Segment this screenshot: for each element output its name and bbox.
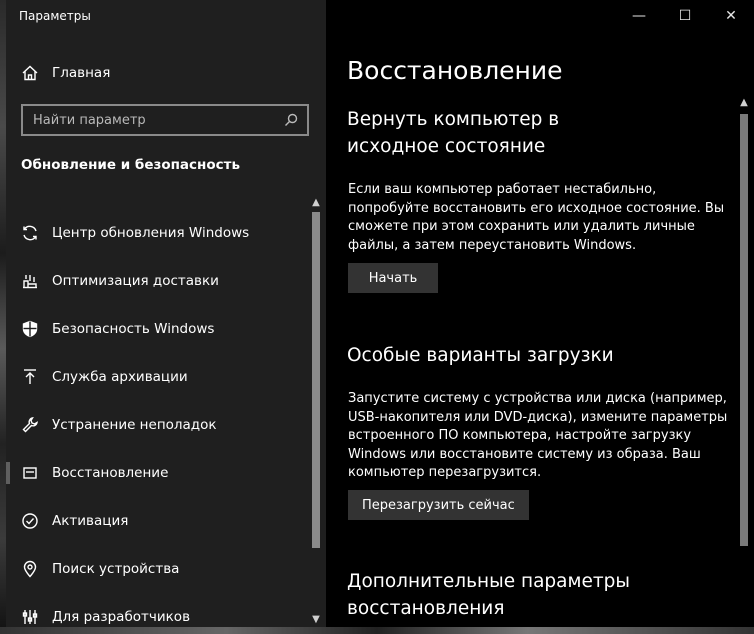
close-icon: ✕ [725,8,737,24]
developer-icon [20,607,40,627]
search-icon[interactable] [281,110,301,130]
reset-start-button[interactable]: Начать [348,263,438,293]
scrollbar-thumb[interactable] [312,212,320,548]
advanced-startup-heading: Особые варианты загрузки [347,345,614,366]
sidebar-item-label: Для разработчиков [52,609,191,625]
sidebar-item-label: Безопасность Windows [52,321,215,337]
sidebar-item-windows-security[interactable]: Безопасность Windows [6,305,306,353]
sidebar-item-troubleshoot[interactable]: Устранение неполадок [6,401,306,449]
sidebar-item-recovery[interactable]: Восстановление [6,449,306,497]
wrench-icon [20,415,40,435]
sidebar-item-label: Восстановление [52,465,169,481]
search-box[interactable] [21,104,309,136]
check-circle-icon [20,511,40,531]
sidebar-item-backup[interactable]: Служба архивации [6,353,306,401]
nav-home-label: Главная [52,65,111,81]
sidebar-item-label: Оптимизация доставки [52,273,219,289]
section-title: Обновление и безопасность [21,157,240,173]
sidebar-item-label: Поиск устройства [52,561,180,577]
main-content: — ☐ ✕ Восстановление Вернуть компьютер в… [326,0,754,627]
recovery-icon [20,463,40,483]
scroll-up-icon[interactable]: ▲ [737,96,751,110]
sidebar-scrollbar[interactable]: ▲ ▼ [309,196,323,627]
search-input[interactable] [23,106,281,134]
sidebar-item-find-device[interactable]: Поиск устройства [6,545,306,593]
nav-home[interactable]: Главная [6,57,326,89]
advanced-startup-description: Запустите систему с устройства или диска… [348,391,728,480]
main-scrollbar[interactable]: ▲ [737,96,751,627]
sidebar-item-activation[interactable]: Активация [6,497,306,545]
backup-icon [20,367,40,387]
locate-icon [20,559,40,579]
sidebar-item-label: Активация [52,513,129,529]
scroll-up-icon[interactable]: ▲ [309,196,323,210]
reset-heading: Вернуть компьютер в исходное состояние [347,109,560,157]
scroll-down-icon[interactable]: ▼ [309,613,323,627]
sync-icon [20,223,40,243]
shield-icon [20,319,40,339]
delivery-icon [20,271,40,291]
sidebar-item-label: Центр обновления Windows [52,225,250,241]
minimize-button[interactable]: — [616,0,662,32]
minimize-icon: — [632,8,646,24]
sidebar-item-windows-update[interactable]: Центр обновления Windows [6,209,306,257]
page-title: Восстановление [347,56,563,85]
close-button[interactable]: ✕ [708,0,754,32]
maximize-icon: ☐ [678,8,692,24]
reset-description: Если ваш компьютер работает нестабильно,… [348,182,725,253]
sidebar-item-delivery-optimization[interactable]: Оптимизация доставки [6,257,306,305]
sidebar: Параметры Главная Обновление и безопасно… [6,0,326,627]
sidebar-item-label: Устранение неполадок [52,417,217,433]
desktop-background-strip [0,627,754,634]
nav-list: Центр обновления Windows Оптимизация дос… [6,209,306,627]
scrollbar-thumb[interactable] [740,114,748,546]
more-recovery-options-heading: Дополнительные параметры восстановления [347,571,630,619]
restart-now-button[interactable]: Перезагрузить сейчас [348,490,529,520]
sidebar-item-label: Служба архивации [52,369,188,385]
window-controls: — ☐ ✕ [616,0,754,32]
window-title: Параметры [19,9,91,23]
maximize-button[interactable]: ☐ [662,0,708,32]
sidebar-item-developers[interactable]: Для разработчиков [6,593,306,627]
home-icon [20,63,40,83]
